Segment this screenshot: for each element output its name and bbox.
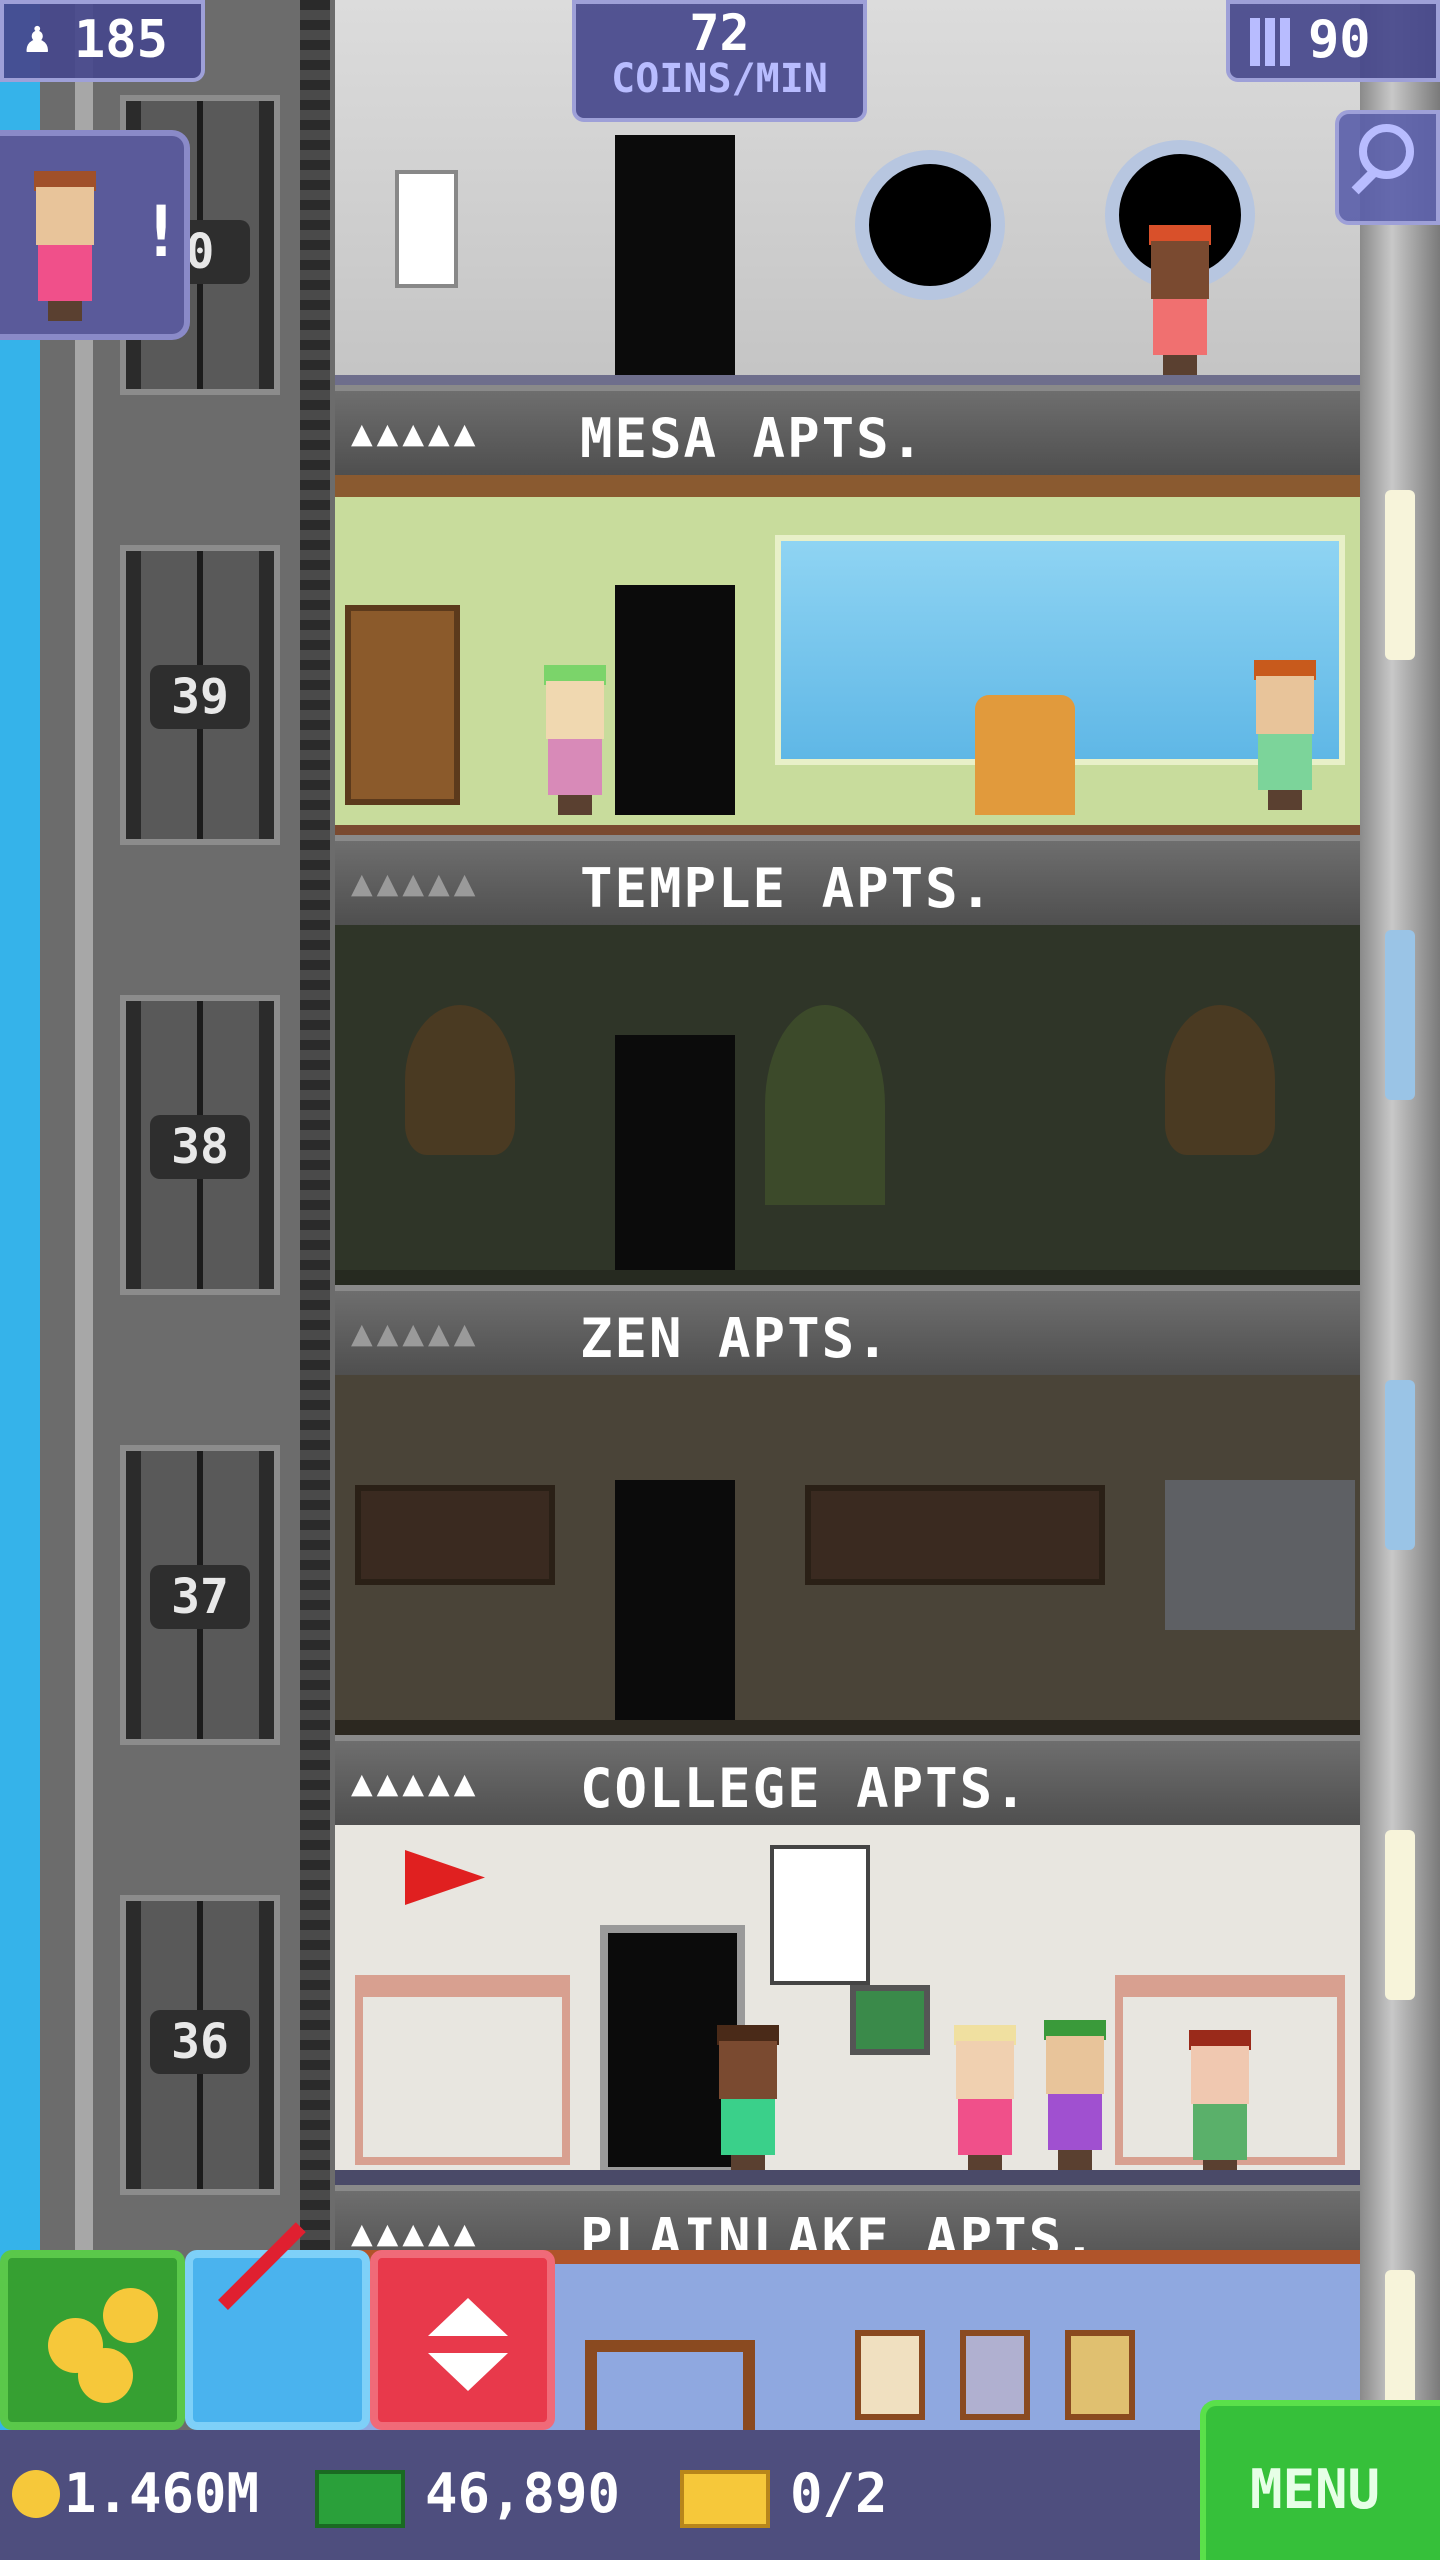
exclamation-icon: ! xyxy=(140,191,183,273)
sky-strip xyxy=(0,0,40,2560)
resident-count-icons: ▲▲▲▲▲ xyxy=(351,1763,480,1804)
bux-icon xyxy=(315,2470,405,2528)
floor-door xyxy=(615,585,735,815)
floor-number: 38 xyxy=(150,1115,250,1179)
resident[interactable] xyxy=(950,2025,1020,2175)
zoom-button[interactable] xyxy=(1335,110,1440,225)
floor-number: 36 xyxy=(150,2010,250,2074)
picture-frame xyxy=(855,2330,925,2420)
statue-bust xyxy=(1165,1005,1275,1155)
porthole xyxy=(855,150,1005,300)
floor-label-bar[interactable]: ▲▲▲▲▲ COLLEGE APTS. xyxy=(335,1735,1360,1825)
floor-name: ZEN APTS. xyxy=(580,1307,891,1370)
floor-line xyxy=(335,1270,1360,1285)
coin-icon xyxy=(12,2470,60,2518)
floor-line xyxy=(335,1720,1360,1735)
resident-count-icons: ▲▲▲▲▲ xyxy=(351,2213,480,2254)
down-arrow-icon xyxy=(428,2353,508,2391)
menu-button[interactable]: MENU xyxy=(1200,2400,1440,2560)
floor-college[interactable] xyxy=(335,1825,1360,2185)
bunk-bed xyxy=(355,1975,570,2165)
floor-label-bar[interactable]: ▲▲▲▲▲ TEMPLE APTS. xyxy=(335,835,1360,925)
resident[interactable] xyxy=(1145,225,1215,375)
floor-line xyxy=(335,375,1360,385)
tickets-value: 0/2 xyxy=(790,2462,888,2525)
floor-label-bar[interactable]: ▲▲▲▲▲ MESA APTS. xyxy=(335,385,1360,475)
coins-value: 1.460M xyxy=(64,2462,260,2525)
ceiling-beam xyxy=(335,475,1360,497)
armchair xyxy=(975,695,1075,815)
side-window xyxy=(1385,1380,1415,1550)
tv xyxy=(850,1985,930,2055)
resident[interactable] xyxy=(713,2025,783,2175)
population-icon: ♟ xyxy=(24,12,51,63)
resident-count-icons: ▲▲▲▲▲ xyxy=(351,863,480,904)
vip-notification-button[interactable]: ! xyxy=(0,130,190,340)
floor-door xyxy=(615,135,735,385)
menu-label: MENU xyxy=(1250,2458,1381,2521)
coins-button[interactable] xyxy=(0,2250,185,2430)
resident[interactable] xyxy=(1040,2020,1110,2170)
magnifier-handle xyxy=(1351,167,1379,195)
wall-panel xyxy=(395,170,458,288)
shaft-rail xyxy=(75,0,93,2560)
shaft-rail xyxy=(300,0,330,2560)
resident-count-icons: ▲▲▲▲▲ xyxy=(351,1313,480,1354)
floors-counter[interactable]: 90 xyxy=(1226,0,1440,82)
population-counter[interactable]: ♟ 185 xyxy=(0,0,205,82)
plant xyxy=(765,1005,885,1205)
up-arrow-icon xyxy=(428,2298,508,2336)
picture-frame xyxy=(960,2330,1030,2420)
coins-per-min-label: COINS/MIN xyxy=(611,56,828,102)
resident-count-icons: ▲▲▲▲▲ xyxy=(351,413,480,454)
floors-value: 90 xyxy=(1308,10,1371,70)
pennant-flag xyxy=(405,1850,485,1905)
coin-stack-icon xyxy=(48,2288,158,2403)
building-icon xyxy=(1250,18,1290,66)
coins-per-min-display[interactable]: 72 COINS/MIN xyxy=(572,0,867,122)
bux-value: 46,890 xyxy=(425,2462,621,2525)
floor-number: 37 xyxy=(150,1565,250,1629)
floor-zen[interactable] xyxy=(335,1375,1360,1735)
floor-name: COLLEGE APTS. xyxy=(580,1757,1029,1820)
vip-avatar xyxy=(30,171,100,321)
side-window xyxy=(1385,930,1415,1100)
bookshelf xyxy=(345,605,460,805)
statue-bust xyxy=(405,1005,515,1155)
floor-door xyxy=(615,1035,735,1275)
elevator-button[interactable] xyxy=(370,2250,555,2430)
building-edge xyxy=(1360,0,1440,2560)
floor-name: MESA APTS. xyxy=(580,407,926,470)
cabinet xyxy=(1165,1480,1355,1630)
floor-name: TEMPLE APTS. xyxy=(580,857,995,920)
build-button[interactable] xyxy=(185,2222,370,2430)
floor-door xyxy=(615,1480,735,1725)
picture-frame xyxy=(1065,2330,1135,2420)
floor-number: 39 xyxy=(150,665,250,729)
coins-per-min-value: 72 xyxy=(689,4,750,62)
floor-line xyxy=(335,825,1360,835)
side-window xyxy=(1385,1830,1415,2000)
floor-temple[interactable] xyxy=(335,925,1360,1285)
resident[interactable] xyxy=(1250,660,1320,810)
table xyxy=(585,2340,755,2430)
floor-line xyxy=(335,2170,1360,2185)
wall-shelf xyxy=(355,1485,555,1585)
population-value: 185 xyxy=(74,10,168,70)
resident[interactable] xyxy=(1185,2030,1255,2180)
floor-mesa[interactable] xyxy=(335,475,1360,835)
side-window xyxy=(1385,490,1415,660)
ticket-icon xyxy=(680,2470,770,2528)
wall-shelf xyxy=(805,1485,1105,1585)
wall-poster xyxy=(770,1845,870,1985)
resident[interactable] xyxy=(540,665,610,815)
floor-label-bar[interactable]: ▲▲▲▲▲ ZEN APTS. xyxy=(335,1285,1360,1375)
